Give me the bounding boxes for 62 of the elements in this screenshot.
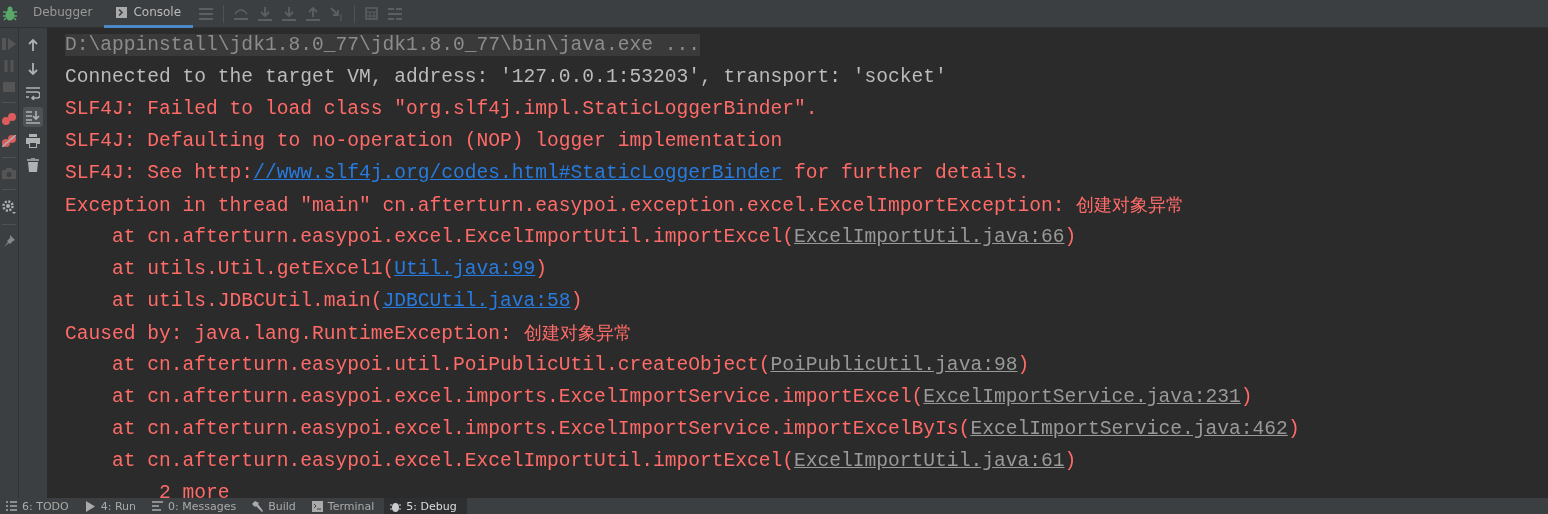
tool-window-tab[interactable]: 4: Run: [78, 498, 146, 514]
console-text: 2 more: [158, 482, 230, 498]
source-link[interactable]: ExcelImportService.java:231: [923, 386, 1241, 408]
print-icon[interactable]: [23, 131, 43, 151]
console-link[interactable]: Util.java:99: [394, 258, 536, 280]
console-text: 创建对象异常: [523, 322, 632, 343]
console-text: Connected to the target VM, address: '127.0.0.1:53203', transport: 'socket': [65, 66, 947, 88]
tool-window-tab[interactable]: Build: [246, 498, 306, 514]
tool-window-tab[interactable]: 5: Debug: [384, 498, 467, 514]
console-text: ): [535, 258, 548, 280]
source-link[interactable]: PoiPublicUtil.java:98: [770, 354, 1018, 376]
stop-icon[interactable]: [3, 82, 15, 92]
list-icon: [6, 500, 17, 512]
console-text: D:\appinstall\jdk1.8.0_77\jdk1.8.0_77\bin\java.exe ...: [65, 34, 700, 56]
tool-window-tab[interactable]: 6: TODO: [0, 498, 79, 514]
bug-icon: [390, 500, 402, 512]
console-text: ): [1064, 450, 1077, 472]
tool-window-tab[interactable]: Terminal: [305, 498, 385, 514]
console-text: at cn.afterturn.easypoi.excel.ExcelImportUtil.importExcel(: [111, 450, 794, 472]
console-text: ): [570, 290, 583, 312]
cursor-arrow-icon[interactable]: [330, 6, 345, 21]
messages-icon: [152, 500, 163, 512]
pin-icon[interactable]: [3, 235, 15, 247]
menu-icon[interactable]: [199, 7, 214, 20]
console-text: SLF4J: Failed to load class "org.slf4j.impl.StaticLoggerBinder".: [65, 98, 818, 120]
console-text: SLF4J: Defaulting to no-operation (NOP) logger implementation: [65, 130, 783, 152]
step-over-icon[interactable]: [234, 6, 249, 21]
console-text: for further details.: [793, 162, 1030, 184]
console-text: at cn.afterturn.easypoi.excel.imports.ExcelImportService.importExcel(: [111, 386, 924, 408]
bug-icon: [3, 5, 17, 22]
grid-icon[interactable]: [365, 7, 379, 20]
console-text: ): [1240, 386, 1253, 408]
camera-icon[interactable]: [2, 168, 16, 179]
hammer-icon: [252, 500, 264, 512]
console-text: ): [1017, 354, 1030, 376]
console-link[interactable]: //www.slf4j.org/codes.html#StaticLoggerBinder: [253, 162, 783, 184]
console-text: ): [1287, 418, 1300, 440]
console-text: at cn.afterturn.easypoi.excel.imports.ExcelImportService.importExcelByIs(: [111, 418, 971, 440]
scroll-to-end-icon[interactable]: [23, 107, 43, 127]
source-link[interactable]: ExcelImportUtil.java:66: [794, 226, 1065, 248]
settings-icon[interactable]: [2, 200, 16, 214]
list-icon[interactable]: [388, 7, 403, 20]
console-text: Caused by: java.lang.RuntimeException:: [65, 323, 513, 345]
pause-icon[interactable]: [4, 60, 14, 72]
console-icon: [116, 6, 128, 18]
console-text: at utils.JDBCUtil.main(: [111, 290, 383, 312]
console-text: at cn.afterturn.easypoi.util.PoiPublicUtil.createObject(: [111, 354, 771, 376]
panel-tab[interactable]: Debugger: [21, 0, 105, 28]
resume-icon[interactable]: [2, 38, 16, 50]
console-link[interactable]: JDBCUtil.java:58: [382, 290, 571, 312]
console-text: at utils.Util.getExcel1(: [111, 258, 395, 280]
console-text: ): [1064, 226, 1077, 248]
play-icon: [84, 500, 96, 512]
source-link[interactable]: ExcelImportUtil.java:61: [794, 450, 1065, 472]
console-text: at cn.afterturn.easypoi.excel.ExcelImportUtil.importExcel(: [111, 226, 794, 248]
tool-window-tab[interactable]: 0: Messages: [146, 498, 247, 514]
mute-breakpoints-icon[interactable]: [2, 135, 16, 147]
source-link[interactable]: ExcelImportService.java:462: [970, 418, 1288, 440]
console-text: Exception in thread "main" cn.afterturn.easypoi.exception.excel.ExcelImportException:: [65, 195, 1066, 217]
breakpoints-icon[interactable]: [2, 113, 16, 125]
console-text: SLF4J: See http:: [65, 162, 254, 184]
console-text: 创建对象异常: [1076, 194, 1185, 215]
